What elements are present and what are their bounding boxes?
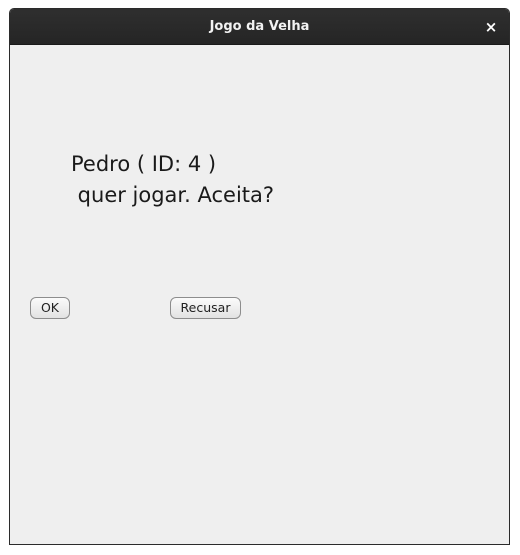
- refuse-button[interactable]: Recusar: [170, 297, 241, 319]
- close-icon[interactable]: ×: [481, 17, 501, 37]
- invite-line-1: Pedro ( ID: 4 ): [71, 152, 217, 176]
- invite-line-2: quer jogar. Aceita?: [71, 183, 275, 207]
- dialog-content: Pedro ( ID: 4 ) quer jogar. Aceita? OK R…: [10, 45, 509, 544]
- dialog-window: Jogo da Velha × Pedro ( ID: 4 ) quer jog…: [9, 8, 510, 545]
- invite-message: Pedro ( ID: 4 ) quer jogar. Aceita?: [71, 149, 274, 211]
- window-title: Jogo da Velha: [209, 19, 310, 34]
- title-bar: Jogo da Velha ×: [10, 9, 509, 45]
- ok-button[interactable]: OK: [30, 297, 70, 319]
